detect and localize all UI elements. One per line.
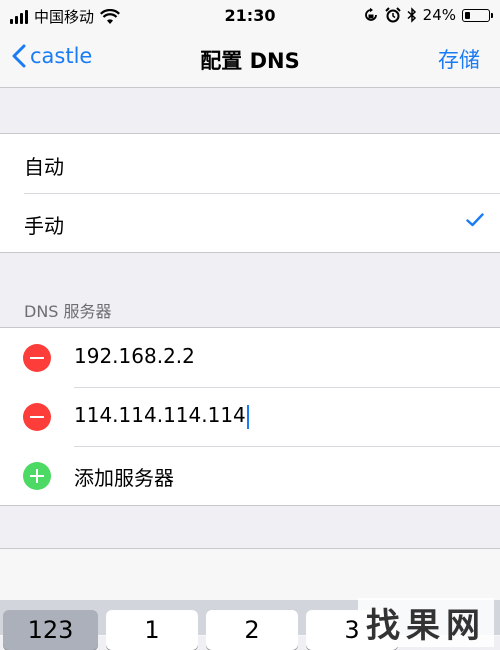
page-title: 配置 DNS xyxy=(200,49,300,73)
dns-server-field-editing[interactable]: 114.114.114.114 xyxy=(74,403,249,429)
dns-servers-group: 192.168.2.2 114.114.114.114 添加服务器 xyxy=(0,327,500,506)
dns-server-value: 114.114.114.114 xyxy=(74,403,246,427)
key-2[interactable]: 2 xyxy=(206,610,298,650)
checkmark-icon xyxy=(466,213,484,227)
option-automatic[interactable]: 自动 xyxy=(0,134,500,193)
navigation-bar: castle 配置 DNS 存储 xyxy=(0,32,500,88)
status-bar: 中国移动 21:30 24% xyxy=(0,0,500,32)
add-server-button[interactable] xyxy=(23,462,51,490)
add-server-label: 添加服务器 xyxy=(74,466,174,490)
dns-server-field[interactable]: 192.168.2.2 xyxy=(74,344,195,368)
dns-server-row: 192.168.2.2 xyxy=(0,328,500,387)
watermark: 找果网 xyxy=(358,598,494,647)
key-1[interactable]: 1 xyxy=(106,610,198,650)
battery-fill xyxy=(465,11,470,19)
save-button[interactable]: 存储 xyxy=(438,44,480,74)
option-manual[interactable]: 手动 xyxy=(0,193,500,252)
text-cursor xyxy=(246,404,249,429)
section-header-dns: DNS 服务器 xyxy=(24,302,112,321)
delete-server-button[interactable] xyxy=(23,344,51,372)
option-label: 手动 xyxy=(24,214,64,238)
mode-options-group: 自动 手动 xyxy=(0,133,500,253)
key-123[interactable]: 123 xyxy=(3,610,98,650)
option-label: 自动 xyxy=(24,155,64,179)
delete-server-button[interactable] xyxy=(23,403,51,431)
battery-icon xyxy=(462,8,493,22)
alarm-icon xyxy=(384,7,401,23)
lock-rotation-icon xyxy=(364,7,377,21)
bluetooth-icon xyxy=(407,7,416,23)
dns-server-row: 114.114.114.114 xyxy=(0,387,500,446)
add-server-row[interactable]: 添加服务器 xyxy=(0,446,500,505)
battery-percent: 24% xyxy=(422,6,456,24)
